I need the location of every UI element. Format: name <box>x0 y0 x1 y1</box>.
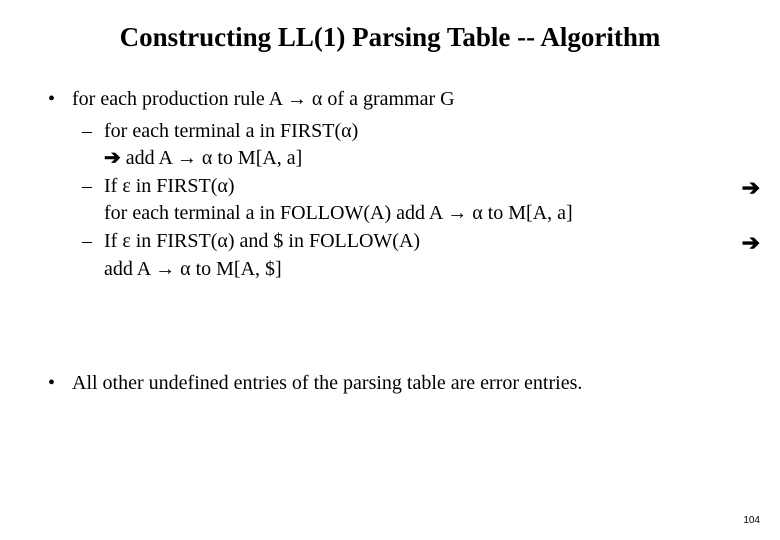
slide: Constructing LL(1) Parsing Table -- Algo… <box>0 0 780 540</box>
bullet-level-1: • for each production rule A → α of a gr… <box>48 86 760 114</box>
right-arrow-icon: ➔ <box>742 228 760 258</box>
page-title: Constructing LL(1) Parsing Table -- Algo… <box>0 22 780 53</box>
bullet-level-2: – for each terminal a in FIRST(α) <box>48 118 760 146</box>
sub3-cont: add A → α to M[A, $] <box>104 258 282 280</box>
page-number: 104 <box>743 515 760 526</box>
bullet1-text: for each production rule A → α of a gram… <box>72 88 455 110</box>
sub2-cont: for each terminal a in FOLLOW(A) add A →… <box>104 202 573 224</box>
body-content: • for each production rule A → α of a gr… <box>48 86 760 283</box>
continuation-line: add A → α to M[A, $] <box>48 256 760 284</box>
footnote-block: • All other undefined entries of the par… <box>48 372 760 395</box>
bullet-dash-icon: – <box>82 173 92 201</box>
sub2-text: If ε in FIRST(α) <box>104 175 235 197</box>
sub1-action: add A → α to M[A, a] <box>121 147 303 169</box>
bullet-dot-icon: • <box>48 372 55 395</box>
bullet-level-2: – If ε in FIRST(α) and $ in FOLLOW(A) ➔ <box>48 228 760 256</box>
right-arrow-icon: ➔ <box>742 173 760 203</box>
bullet-dot-icon: • <box>48 86 55 114</box>
bullet-dash-icon: – <box>82 228 92 256</box>
footnote-text: All other undefined entries of the parsi… <box>72 372 582 394</box>
bullet-level-1: • All other undefined entries of the par… <box>48 372 760 395</box>
sub1-text: for each terminal a in FIRST(α) <box>104 120 358 142</box>
bullet-level-2: – If ε in FIRST(α) ➔ <box>48 173 760 201</box>
inline-arrow-icon: ➔ <box>104 147 121 169</box>
continuation-line: ➔ add A → α to M[A, a] <box>48 145 760 173</box>
continuation-line: for each terminal a in FOLLOW(A) add A →… <box>48 200 760 228</box>
sub3-text: If ε in FIRST(α) and $ in FOLLOW(A) <box>104 230 420 252</box>
bullet-dash-icon: – <box>82 118 92 146</box>
